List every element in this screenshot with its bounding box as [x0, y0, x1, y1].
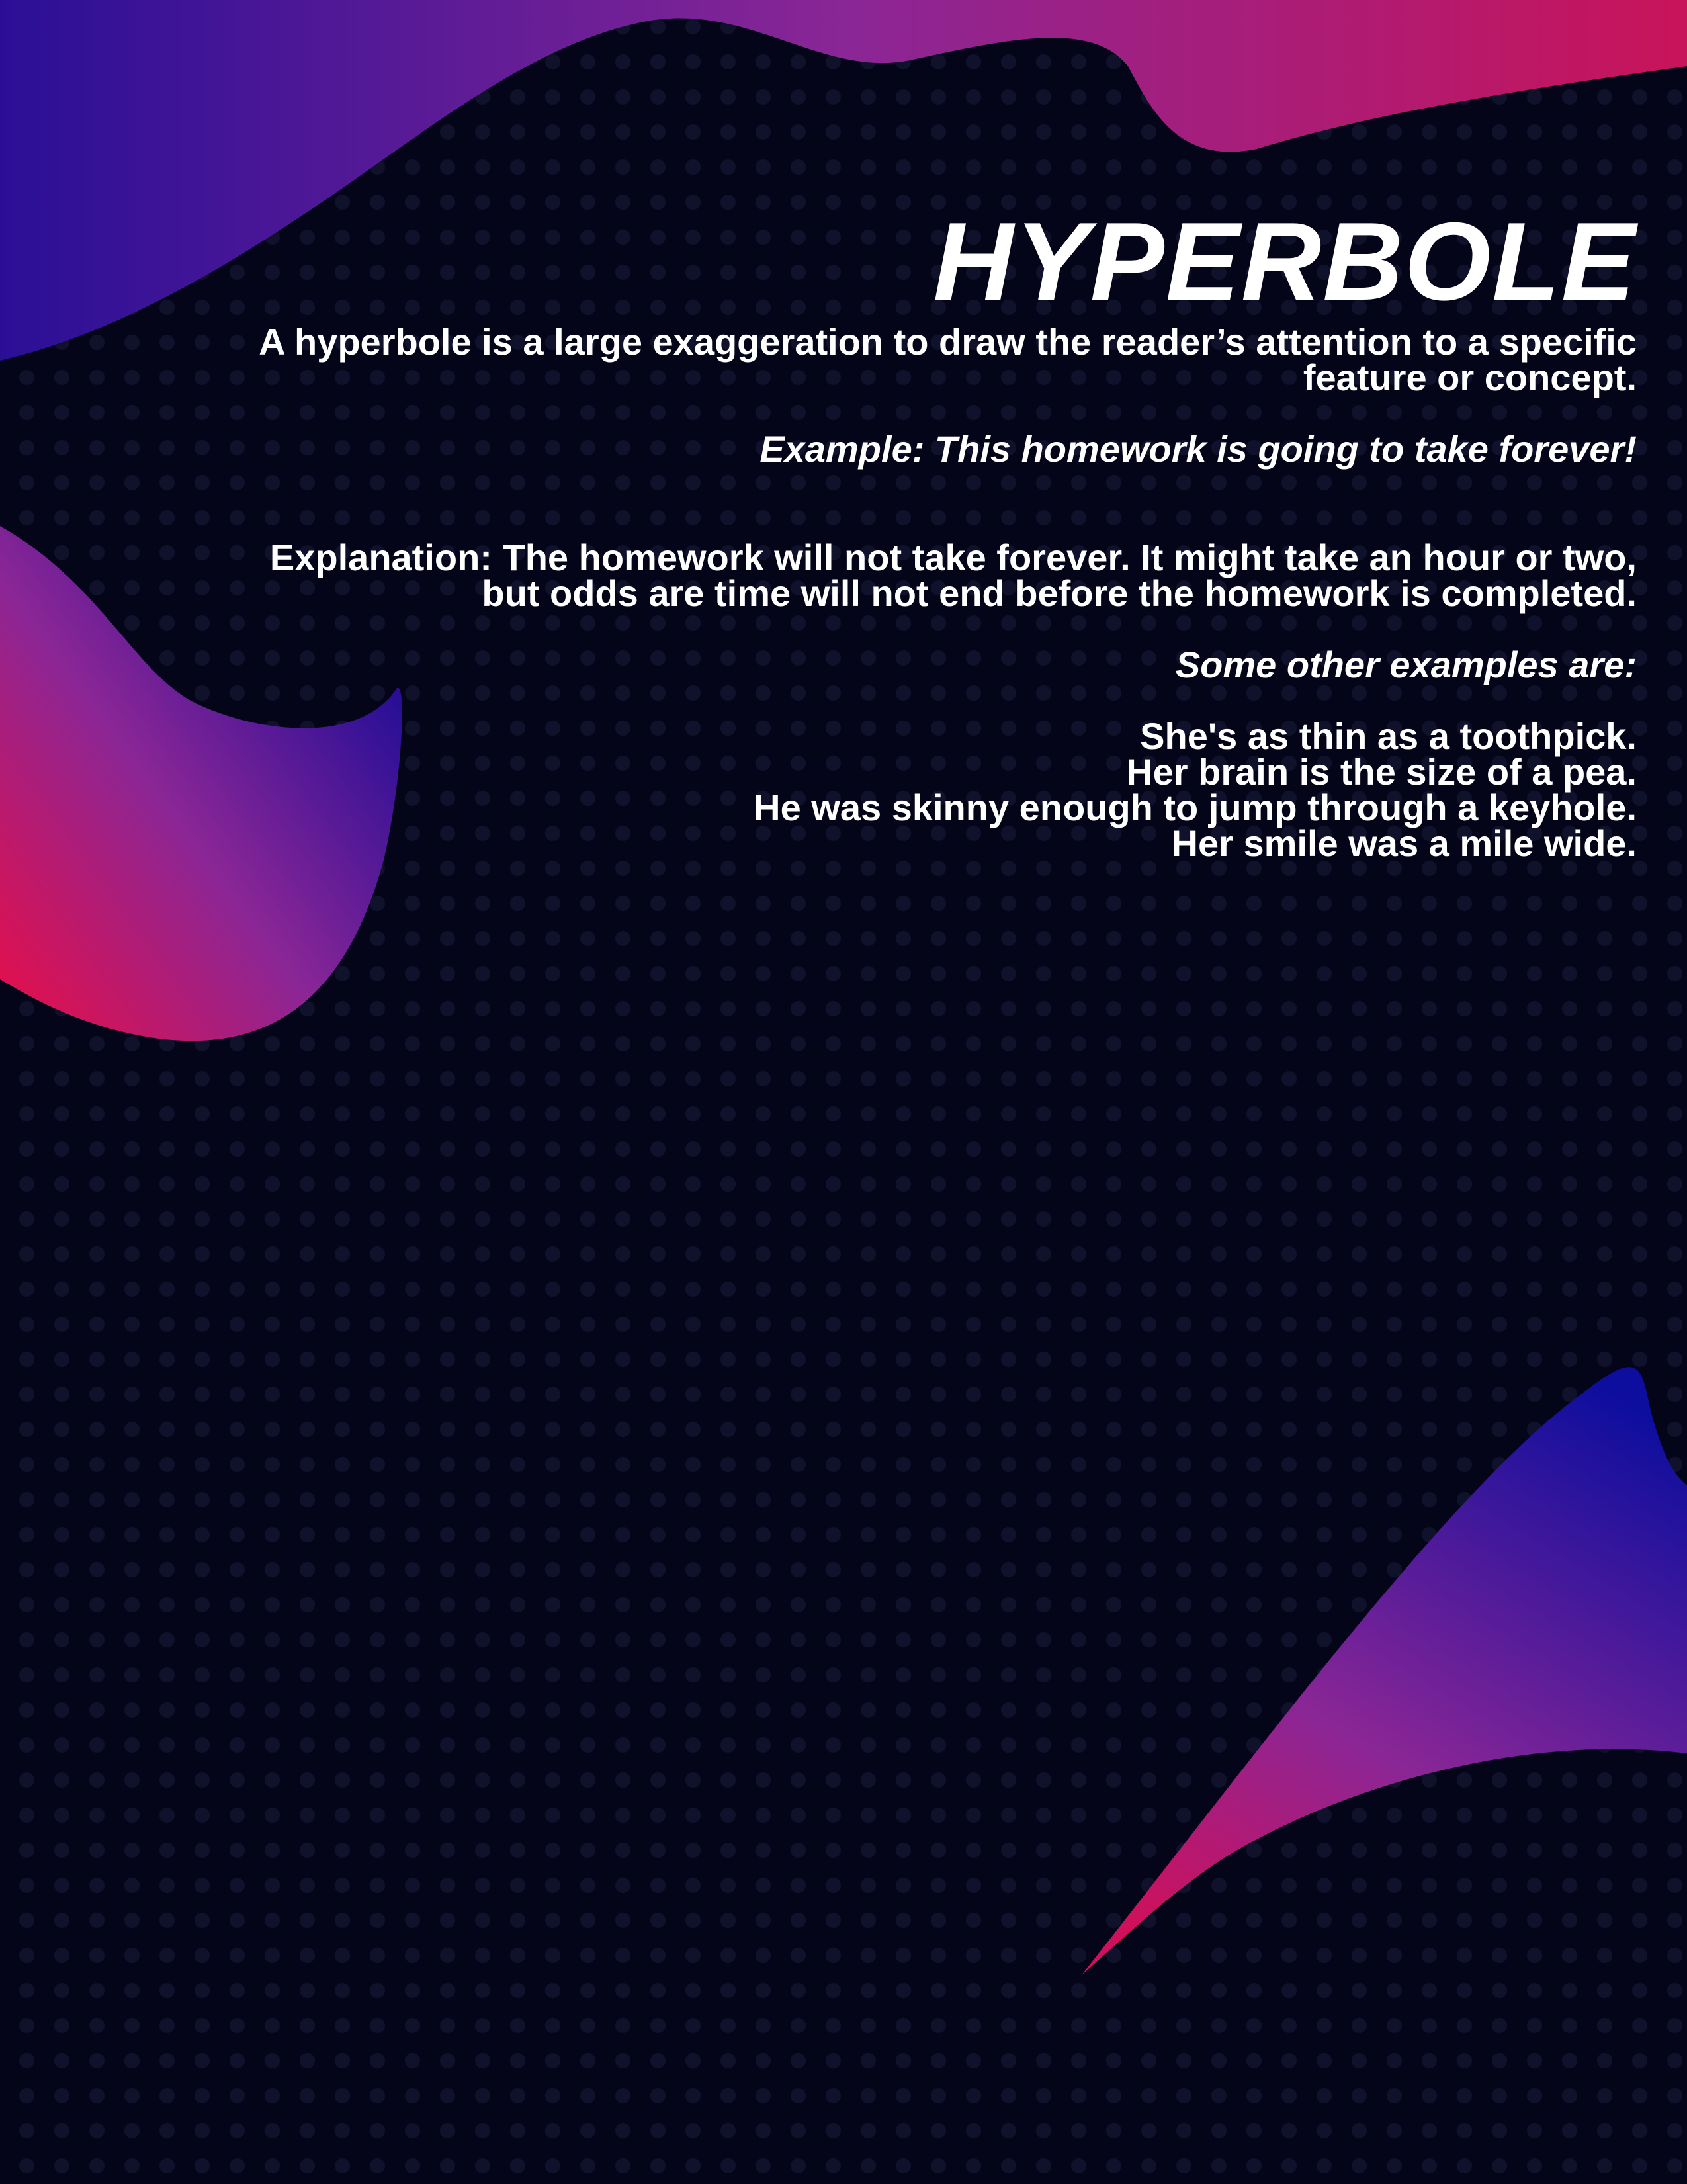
other-example-item: She's as thin as a toothpick. [1140, 715, 1637, 757]
bottom-right-wave-shape [1082, 1367, 1687, 1975]
page-title: HYPERBOLE [933, 199, 1637, 324]
document-content: HYPERBOLE A hyperbole is a large exagger… [36, 198, 1637, 864]
definition-line-2: feature or concept. [1303, 357, 1637, 398]
other-example-item: He was skinny enough to jump through a k… [754, 787, 1637, 828]
other-example-item: Her brain is the size of a pea. [1126, 751, 1637, 793]
other-example-item: Her smile was a mile wide. [1171, 822, 1637, 864]
example-line: Example: This homework is going to take … [759, 428, 1637, 470]
other-examples-heading: Some other examples are: [1175, 644, 1637, 685]
definition-line-1: A hyperbole is a large exaggeration to d… [259, 321, 1637, 363]
explanation-line-2: but odds are time will not end before th… [482, 572, 1637, 614]
explanation-line-1: Explanation: The homework will not take … [269, 537, 1637, 578]
